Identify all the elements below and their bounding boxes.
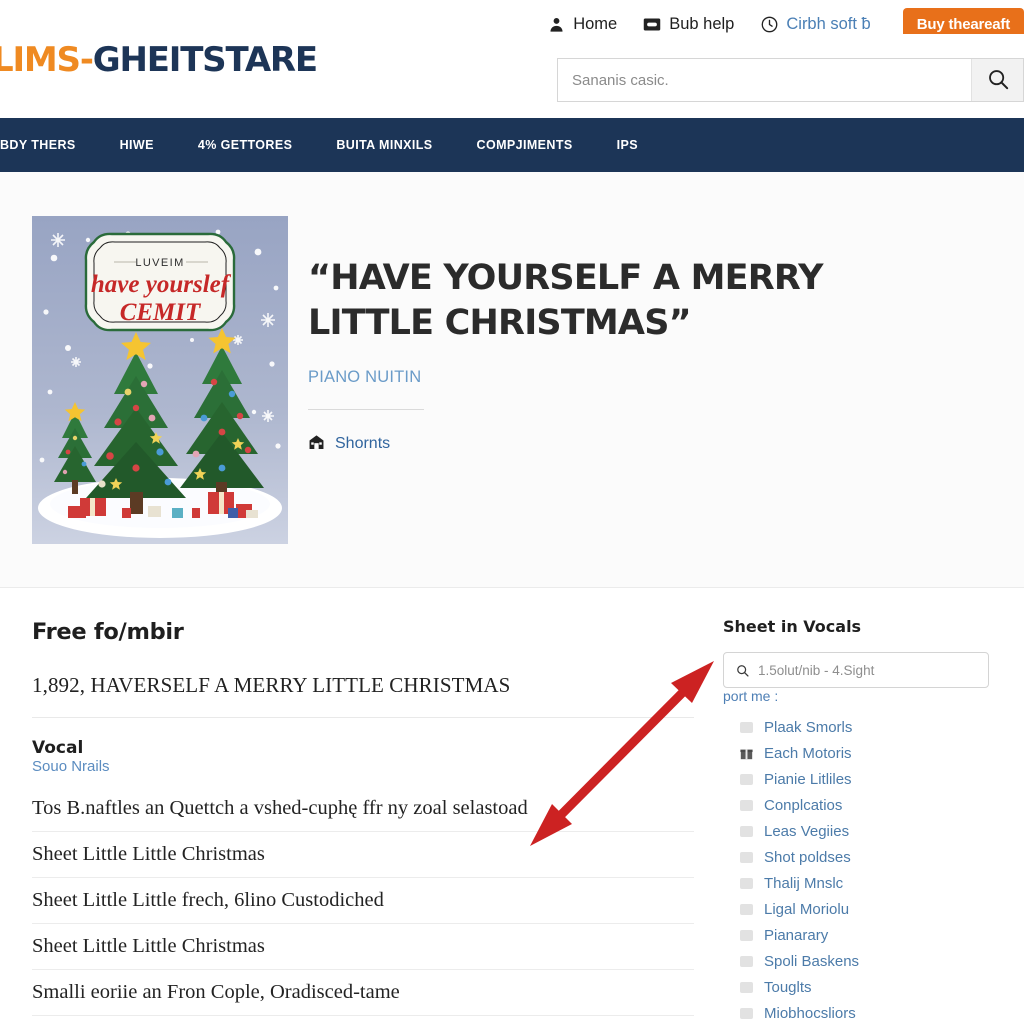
sidebar-filter-label: Ligal Moriolu	[764, 900, 850, 918]
sidebar-filter-item[interactable]: Plaak Smorls	[723, 714, 993, 740]
hero-store-link-label: Shornts	[335, 435, 391, 453]
page-subtitle: PIANO NUITIN	[308, 367, 422, 386]
sidebar-filter-item[interactable]: Pianie Litliles	[723, 766, 993, 792]
nav-item-2[interactable]: 4% GETTORES	[176, 138, 314, 152]
sidebar-filter-item[interactable]: Spoli Baskens	[723, 948, 993, 974]
nav-item-4[interactable]: COMPJIMENTS	[455, 138, 595, 152]
sidebar-filter-item[interactable]: Miobhocsliors	[723, 1000, 993, 1024]
topbar-item-cirbh-soft[interactable]: Cirbh soft ƀ	[760, 14, 871, 34]
sidebar-filter-label: Leas Vegiies	[764, 822, 850, 840]
sidebar-filter-item[interactable]: Leas Vegiies	[723, 818, 993, 844]
checkbox-icon[interactable]	[740, 955, 753, 967]
results-divider	[32, 717, 694, 718]
inbox-icon	[643, 15, 661, 33]
search-icon	[987, 68, 1009, 93]
lower-content: Free fo/mbir 1,892, HAVERSELF A MERRY LI…	[0, 589, 1024, 1024]
checkbox-icon[interactable]	[740, 1007, 753, 1019]
site-logo[interactable]: LIMS-GHEITSTARE	[0, 40, 318, 80]
checkbox-icon[interactable]	[740, 825, 753, 837]
search-input[interactable]	[558, 59, 971, 101]
topbar-item-home[interactable]: Home	[547, 15, 617, 34]
sidebar-filter-list: Plaak Smorls Each Motoris Pianie Litlile…	[723, 714, 993, 1024]
song-list: Tos B.naftles an Quettch a vshed-cuphę f…	[32, 786, 694, 1016]
hero-section: LUVEIM have yourslef CEMIT “HAVE YOURSEL…	[0, 172, 1024, 588]
sidebar-filter-label: Conplcatios	[764, 796, 843, 814]
checkbox-icon[interactable]	[740, 877, 753, 889]
sidebar-filter-label: Shot poldses	[764, 848, 851, 866]
sidebar-filter-label: Pianie Litliles	[764, 770, 852, 788]
song-list-item[interactable]: Sheet Little Little Christmas	[32, 832, 694, 878]
sidebar-filter-label: Touglts	[764, 978, 812, 996]
brand-row: LIMS-GHEITSTARE	[0, 34, 1024, 118]
sidebar-filter-label: Spoli Baskens	[764, 952, 860, 970]
results-heading: Free fo/mbir	[32, 619, 184, 645]
checkbox-icon[interactable]	[740, 799, 753, 811]
sidebar-filter-item[interactable]: Shot poldses	[723, 844, 993, 870]
checkbox-icon[interactable]	[740, 929, 753, 941]
results-count: 1,892, HAVERSELF A MERRY LITTLE CHRISTMA…	[32, 673, 511, 697]
results-section-link[interactable]: Souo Nrails	[32, 758, 110, 775]
topbar-item-cirbh-soft-label: Cirbh soft ƀ	[786, 14, 871, 33]
logo-prefix: LIMS-	[0, 40, 94, 80]
main-navigation: BDY THERS HIWE 4% GETTORES BUITA MINXILS…	[0, 118, 1024, 172]
sidebar-filter-label: Each Motoris	[764, 744, 852, 762]
song-list-item[interactable]: Tos B.naftles an Quettch a vshed-cuphę f…	[32, 786, 694, 832]
results-column: Free fo/mbir 1,892, HAVERSELF A MERRY LI…	[32, 619, 694, 1016]
sidebar-filter-item[interactable]: Conplcatios	[723, 792, 993, 818]
logo-main: GHEITSTARE	[92, 40, 318, 80]
checkbox-icon[interactable]	[740, 981, 753, 993]
header-search	[557, 58, 1024, 102]
title-divider	[308, 408, 424, 410]
topbar-item-bub-help-label: Bub help	[669, 14, 735, 33]
nav-item-5[interactable]: IPS	[595, 138, 660, 152]
search-icon	[736, 664, 749, 677]
topbar-item-bub-help[interactable]: Bub help	[643, 15, 734, 34]
page-title: “HAVE YOURSELF A MERRY LITTLE CHRISTMAS”	[308, 258, 823, 343]
song-list-item[interactable]: Sheet Little Little Christmas	[32, 924, 694, 970]
sidebar-search-input[interactable]	[758, 662, 976, 678]
sidebar-heading: Sheet in Vocals	[723, 617, 862, 636]
svg-text:LUVEIM: LUVEIM	[135, 257, 184, 269]
user-icon	[547, 15, 565, 33]
song-list-item[interactable]: Sheet Little Little frech, 6lino Custodi…	[32, 878, 694, 924]
album-cover-art: LUVEIM have yourslef CEMIT	[32, 216, 288, 544]
sidebar-filter-label: Miobhocsliors	[764, 1004, 856, 1022]
hero-text-block: “HAVE YOURSELF A MERRY LITTLE CHRISTMAS”…	[308, 256, 958, 455]
nav-item-1[interactable]: HIWE	[98, 138, 176, 152]
svg-text:have yourslef: have yourslef	[91, 271, 232, 298]
sidebar-filter-item[interactable]: Ligal Moriolu	[723, 896, 993, 922]
sidebar-filter-item[interactable]: Each Motoris	[723, 740, 993, 766]
song-list-item[interactable]: Smalli eoriie an Fron Cople, Oradisced-t…	[32, 970, 694, 1016]
nav-item-0[interactable]: BDY THERS	[0, 138, 98, 152]
nav-item-3[interactable]: BUITA MINXILS	[314, 138, 454, 152]
sidebar-filter-label: Thalij Mnslc	[764, 874, 844, 892]
page-root: Home Bub help Cirbh soft ƀ Buy theareaft…	[0, 0, 1024, 1024]
search-submit-button[interactable]	[971, 59, 1023, 101]
results-section-heading: Vocal	[32, 738, 84, 758]
sidebar-note-link[interactable]: port me :	[723, 688, 778, 704]
sidebar-filter-label: Pianarary	[764, 926, 829, 944]
checkbox-icon[interactable]	[740, 851, 753, 863]
sidebar-filter-item[interactable]: Pianarary	[723, 922, 993, 948]
filter-sidebar: Sheet in Vocals port me : Plaak Smorls	[723, 617, 993, 1024]
checkbox-icon[interactable]	[740, 903, 753, 915]
store-icon	[308, 434, 325, 455]
clock-icon	[760, 15, 778, 33]
sidebar-filter-item[interactable]: Thalij Mnslc	[723, 870, 993, 896]
svg-text:CEMIT: CEMIT	[120, 299, 202, 326]
gift-icon[interactable]	[740, 747, 753, 760]
sidebar-filter-label: Plaak Smorls	[764, 718, 853, 736]
hero-store-link[interactable]: Shornts	[308, 434, 958, 455]
sidebar-filter-item[interactable]: Touglts	[723, 974, 993, 1000]
checkbox-icon[interactable]	[740, 721, 753, 733]
topbar-item-home-label: Home	[573, 14, 618, 33]
sidebar-search	[723, 652, 989, 688]
checkbox-icon[interactable]	[740, 773, 753, 785]
